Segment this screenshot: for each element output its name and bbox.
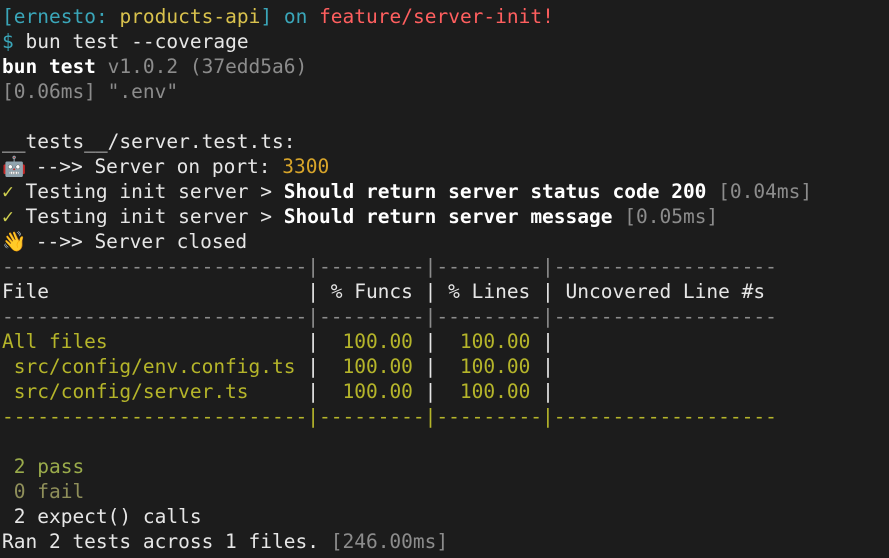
ran-text: Ran 2 tests across 1 files. xyxy=(2,530,331,553)
ran-time: [246.00ms] xyxy=(330,530,449,553)
test-file-name: __tests__/server.test.ts: xyxy=(2,130,296,153)
test-time: [0.04ms] xyxy=(706,180,813,203)
command-line[interactable]: $ bun test --coverage xyxy=(2,29,889,54)
server-start-line: 🤖 -->> Server on port: 3300 xyxy=(2,154,889,179)
coverage-separator-bottom: --------------------------|---------|---… xyxy=(2,405,777,428)
bun-version: v1.0.2 (37edd5a6) xyxy=(107,55,308,78)
prompt-user: ernesto xyxy=(13,5,96,28)
prompt-dollar: $ xyxy=(2,30,14,53)
server-port: 3300 xyxy=(282,155,330,178)
prompt-line: [ernesto: products-api] on feature/serve… xyxy=(2,4,889,29)
prompt-bang: ! xyxy=(542,5,554,28)
fail-count: 0 fail xyxy=(2,480,85,503)
coverage-lines: 100.00 xyxy=(459,330,531,353)
waving-hand-icon: 👋 xyxy=(2,230,27,253)
coverage-funcs: 100.00 xyxy=(342,355,413,378)
test-time: [0.05ms] xyxy=(612,205,719,228)
prompt-bracket-close: ] xyxy=(260,5,273,28)
coverage-funcs: 100.00 xyxy=(342,380,413,403)
coverage-separator-mid: --------------------------|---------|---… xyxy=(2,305,777,328)
prompt-branch: feature/server-init xyxy=(319,5,543,28)
server-close-line: 👋 -->> Server closed xyxy=(2,229,889,254)
robot-icon: 🤖 xyxy=(2,155,27,178)
bun-header: bun test v1.0.2 (37edd5a6) xyxy=(2,54,889,79)
test-name: Should return server message xyxy=(283,205,613,228)
prompt-colon: : xyxy=(95,5,108,28)
prompt-repo: products-api xyxy=(119,5,261,28)
expect-count: 2 expect() calls xyxy=(2,505,202,528)
check-icon: ✓ xyxy=(2,180,14,203)
coverage-file: src/config/server.ts xyxy=(2,380,308,403)
coverage-row: src/config/env.config.ts | 100.00 | 100.… xyxy=(2,355,554,378)
coverage-file: All files xyxy=(2,330,308,353)
coverage-header: File | % Funcs | % Lines | Uncovered Lin… xyxy=(2,280,766,303)
test-suite-name: Testing init server > xyxy=(13,205,284,228)
coverage-row: src/config/server.ts | 100.00 | 100.00 | xyxy=(2,380,554,403)
check-icon: ✓ xyxy=(2,205,14,228)
coverage-separator-top: --------------------------|---------|---… xyxy=(2,255,777,278)
coverage-row: All files | 100.00 | 100.00 | xyxy=(2,330,554,353)
coverage-funcs: 100.00 xyxy=(342,330,413,353)
test-result-row: ✓ Testing init server > Should return se… xyxy=(2,204,889,229)
prompt-bracket-open: [ xyxy=(2,5,14,28)
coverage-lines: 100.00 xyxy=(459,380,531,403)
prompt-on: on xyxy=(283,5,308,28)
terminal-window[interactable]: [ernesto: products-api] on feature/serve… xyxy=(0,0,889,558)
coverage-file: src/config/env.config.ts xyxy=(2,355,308,378)
coverage-lines: 100.00 xyxy=(459,355,531,378)
ran-summary: Ran 2 tests across 1 files. [246.00ms] xyxy=(2,529,889,554)
test-result-row: ✓ Testing init server > Should return se… xyxy=(2,179,889,204)
test-name: Should return server status code 200 xyxy=(283,180,707,203)
pass-count: 2 pass xyxy=(2,455,85,478)
bun-test-label: bun test xyxy=(2,55,96,78)
test-suite-name: Testing init server > xyxy=(13,180,284,203)
server-close-text: -->> Server closed xyxy=(24,230,248,253)
command-text: bun test --coverage xyxy=(25,30,249,53)
server-start-text: -->> Server on port: xyxy=(24,155,283,178)
env-line: [0.06ms] ".env" xyxy=(2,80,179,103)
